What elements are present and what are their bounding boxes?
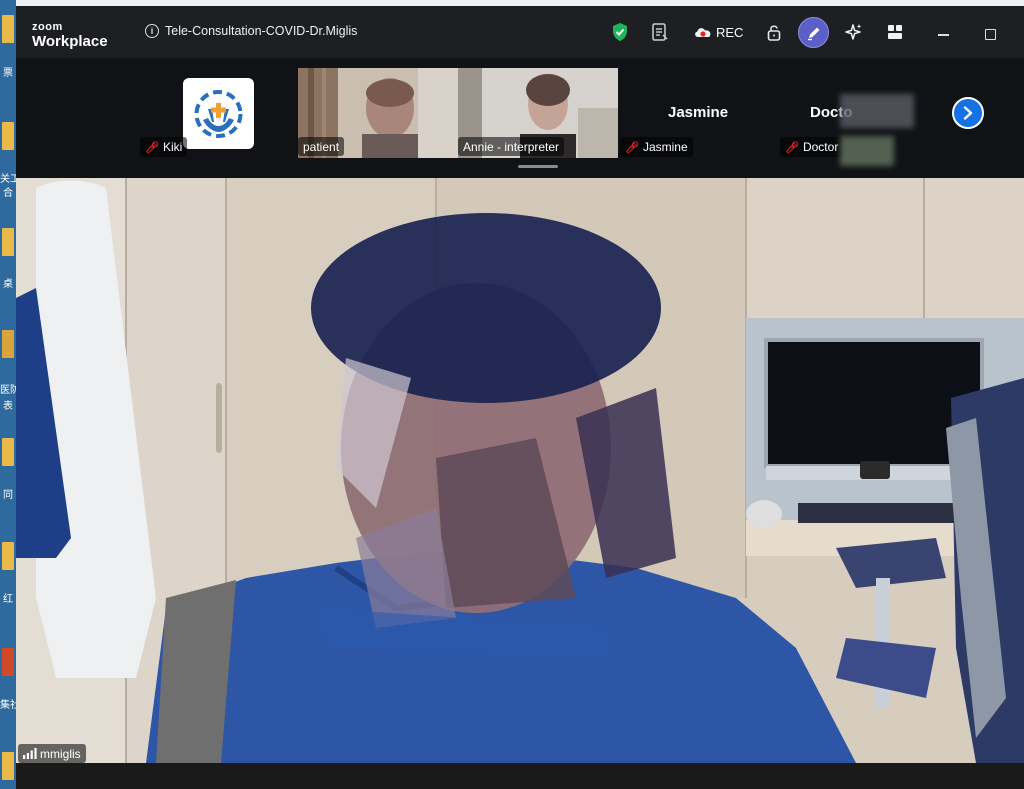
- lock-icon[interactable]: [764, 22, 784, 42]
- folder-icon[interactable]: [2, 122, 14, 150]
- participant-avatar[interactable]: [183, 78, 254, 149]
- participant-name: Jasmine: [642, 140, 688, 154]
- zoom-logo: zoom: [32, 21, 63, 33]
- folder-icon[interactable]: [2, 15, 14, 43]
- desktop-label: 合: [3, 188, 13, 199]
- participant-name: patient: [303, 140, 340, 154]
- participant-name-chip: Annie - interpreter: [458, 137, 565, 156]
- video-feed: [16, 178, 1024, 763]
- document-icon[interactable]: [2, 648, 14, 676]
- desktop-label: 关工: [0, 174, 16, 185]
- rec-label[interactable]: REC: [716, 25, 743, 40]
- ai-companion-sparkle-icon[interactable]: [844, 22, 864, 42]
- participant-name-chip: patient: [298, 137, 345, 156]
- desktop-label: 红: [3, 594, 13, 605]
- document-icon[interactable]: [650, 22, 670, 42]
- participant-name-chip: 🎤︎ Jasmine: [620, 137, 693, 157]
- mic-muted-icon: 🎤︎: [625, 142, 639, 154]
- participant-name-chip: 🎤︎ Kiki: [140, 137, 188, 157]
- speaker-name: mmiglis: [40, 747, 81, 761]
- next-page-button[interactable]: [952, 97, 984, 129]
- desktop-label: 集社: [0, 700, 16, 711]
- participant-display-name[interactable]: Jasmine: [668, 104, 728, 121]
- participant-name-chip: 🎤︎ Doctor: [780, 137, 844, 157]
- info-icon[interactable]: i: [145, 24, 159, 38]
- security-shield-icon[interactable]: [610, 22, 630, 42]
- folder-icon[interactable]: [2, 438, 14, 466]
- participant-gallery: 🎤︎ Kiki patient Annie - interpreter Jasm…: [16, 58, 1024, 178]
- active-speaker-video[interactable]: mmiglis: [16, 178, 1024, 763]
- minimize-button[interactable]: [938, 34, 949, 36]
- desktop-background: 票 关工 合 桌 医防 表 同 红 集社: [0, 0, 16, 789]
- speaker-name-chip: mmiglis: [18, 744, 86, 763]
- signal-bars-icon: [23, 748, 37, 759]
- folder-icon[interactable]: [2, 752, 14, 780]
- participant-name: Kiki: [162, 140, 183, 154]
- zoom-meeting-window: zoom Workplace i Tele-Consultation-COVID…: [16, 6, 1024, 789]
- cloud-record-icon[interactable]: [692, 22, 714, 42]
- mic-muted-icon: 🎤︎: [785, 142, 799, 154]
- mic-muted-icon: 🎤︎: [145, 142, 159, 154]
- redaction-blur: [840, 136, 894, 166]
- desktop-label: 同: [3, 490, 13, 501]
- folder-icon[interactable]: [2, 228, 14, 256]
- participant-name: Doctor: [802, 140, 839, 154]
- maximize-button[interactable]: [985, 29, 996, 40]
- annotate-button[interactable]: [798, 17, 829, 48]
- meeting-title: Tele-Consultation-COVID-Dr.Miglis: [165, 24, 358, 38]
- clinic-logo-icon: [194, 90, 243, 138]
- document-icon[interactable]: [2, 330, 14, 358]
- redaction-blur: [840, 94, 914, 128]
- desktop-label: 桌: [3, 279, 13, 290]
- desktop-label: 医防: [0, 385, 16, 396]
- apps-grid-icon[interactable]: [885, 22, 905, 42]
- folder-icon[interactable]: [2, 542, 14, 570]
- title-bar[interactable]: zoom Workplace i Tele-Consultation-COVID…: [16, 6, 1024, 58]
- pen-icon: [808, 27, 820, 41]
- bottom-bar: [16, 763, 1024, 789]
- workplace-logo: Workplace: [32, 33, 108, 50]
- desktop-label: 票: [3, 68, 13, 79]
- desktop-label: 表: [3, 401, 13, 412]
- participant-name: Annie - interpreter: [463, 140, 560, 154]
- chevron-right-icon: [963, 106, 973, 120]
- gallery-scroll-indicator[interactable]: [518, 165, 558, 168]
